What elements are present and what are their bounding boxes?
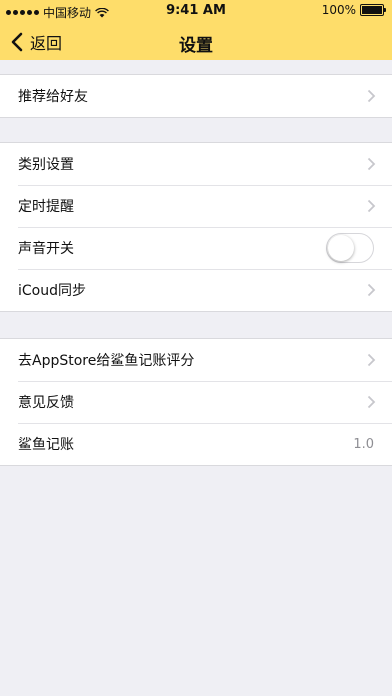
row-label: 鲨鱼记账	[18, 437, 74, 453]
row-label: 去AppStore给鲨鱼记账评分	[18, 353, 195, 369]
rate-on-appstore-row[interactable]: 去AppStore给鲨鱼记账评分	[0, 339, 392, 381]
version-value: 1.0	[353, 436, 374, 452]
timed-reminder-row[interactable]: 定时提醒	[0, 185, 392, 227]
icloud-sync-row[interactable]: iCoud同步	[0, 269, 392, 311]
row-label: 定时提醒	[18, 199, 74, 215]
row-label: 声音开关	[18, 241, 74, 257]
sound-switch-row: 声音开关	[0, 227, 392, 269]
battery-icon	[360, 4, 386, 16]
top-bar: 中国移动 9:41 AM 100% 返回 设置	[0, 0, 392, 60]
app-version-row: 鲨鱼记账 1.0	[0, 423, 392, 465]
row-label: 意见反馈	[18, 395, 74, 411]
settings-group-share: 推荐给好友	[0, 74, 392, 118]
row-label: 类别设置	[18, 157, 74, 173]
battery-percent: 100%	[321, 3, 356, 17]
chevron-right-icon	[367, 353, 376, 367]
sound-toggle[interactable]	[326, 233, 374, 263]
status-bar: 中国移动 9:41 AM 100%	[0, 0, 392, 22]
row-label: 推荐给好友	[18, 89, 88, 105]
chevron-right-icon	[367, 395, 376, 409]
chevron-right-icon	[367, 89, 376, 103]
feedback-row[interactable]: 意见反馈	[0, 381, 392, 423]
page-title: 设置	[179, 36, 213, 56]
row-label: iCoud同步	[18, 283, 86, 299]
category-settings-row[interactable]: 类别设置	[0, 143, 392, 185]
chevron-right-icon	[367, 199, 376, 213]
chevron-right-icon	[367, 283, 376, 297]
navigation-bar: 返回 设置	[0, 22, 392, 60]
settings-group-about: 去AppStore给鲨鱼记账评分 意见反馈 鲨鱼记账 1.0	[0, 338, 392, 466]
toggle-knob	[328, 235, 354, 261]
chevron-right-icon	[367, 157, 376, 171]
settings-group-general: 类别设置 定时提醒 声音开关 iCoud同步	[0, 142, 392, 312]
recommend-to-friends-row[interactable]: 推荐给好友	[0, 75, 392, 117]
